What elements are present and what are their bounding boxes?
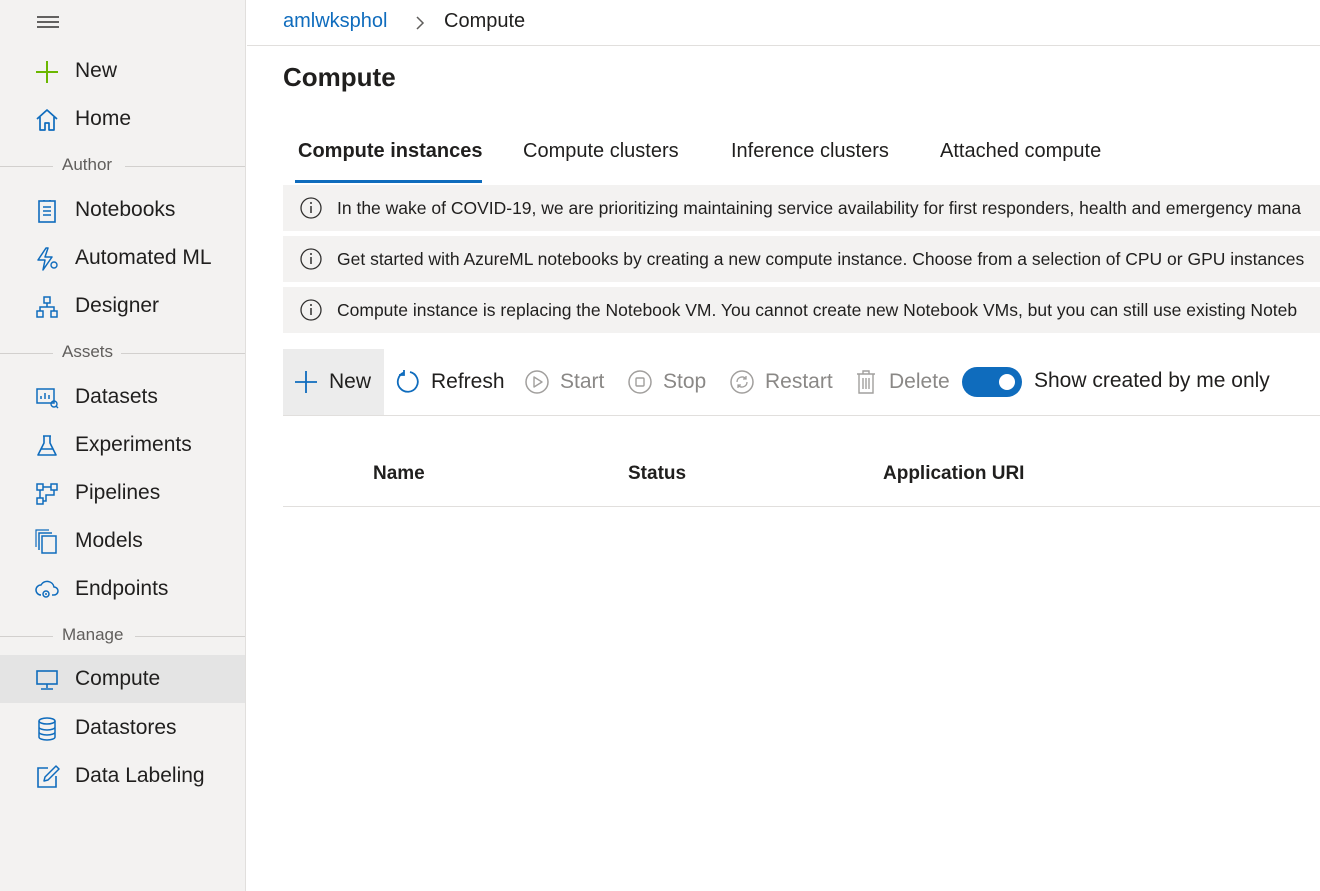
sidebar-item-label: Endpoints [75,577,169,600]
sidebar-item-label: Experiments [75,433,192,456]
banner-text: In the wake of COVID-19, we are prioriti… [337,198,1301,218]
sidebar-item-label: Compute [75,667,161,690]
designer-icon [34,294,60,320]
sidebar-item-notebooks[interactable]: Notebooks [0,186,245,234]
sidebar-item-label: Pipelines [75,481,161,504]
toggle-knob [999,374,1015,390]
play-circle-icon [524,369,550,395]
sidebar-item-label: Data Labeling [75,764,205,787]
active-tab-indicator [295,180,482,183]
edit-icon [34,764,60,790]
automated-ml-icon [34,246,60,272]
tab-compute-clusters[interactable]: Compute clusters [523,140,679,163]
plus-icon [34,59,60,85]
info-icon [300,197,322,219]
sidebar-item-data-labeling[interactable]: Data Labeling [0,752,245,800]
show-mine-toggle[interactable] [962,367,1022,397]
flask-icon [34,433,60,459]
tab-inference-clusters[interactable]: Inference clusters [731,140,889,163]
info-icon [300,299,322,321]
hamburger-menu-icon[interactable] [36,12,62,32]
models-icon [34,529,60,555]
sidebar-item-automated-ml[interactable]: Automated ML [0,234,245,282]
start-button[interactable]: Start [524,349,604,415]
sidebar-item-datasets[interactable]: Datasets [0,373,245,421]
page-title: Compute [283,62,396,92]
banner-text: Compute instance is replacing the Notebo… [337,300,1298,320]
stop-circle-icon [627,369,653,395]
show-mine-toggle-label: Show created by me only [1034,369,1270,392]
restart-button[interactable]: Restart [729,349,833,415]
breadcrumb-current: Compute [444,10,526,32]
endpoint-icon [34,577,60,603]
notebook-icon [34,198,60,224]
table-header: Name Status Application URI [283,447,1320,507]
refresh-button[interactable]: Refresh [395,349,505,415]
plus-icon [293,369,319,395]
home-icon [34,107,60,133]
info-icon [300,248,322,270]
pipeline-icon [34,481,60,507]
sidebar-item-models[interactable]: Models [0,517,245,565]
sidebar-item-label: Datastores [75,716,177,739]
info-banner-notebook-vm: Compute instance is replacing the Notebo… [283,287,1320,333]
sidebar-item-new[interactable]: New [0,47,245,95]
monitor-icon [34,667,60,693]
breadcrumb-workspace-link[interactable]: amlwksphol [283,10,387,33]
sidebar-item-label: Home [75,107,132,130]
column-header-application-uri[interactable]: Application URI [883,463,1024,485]
tab-compute-instances[interactable]: Compute instances [298,140,482,163]
command-bar: New Refresh Start Stop Restart Delete Sh… [283,349,1320,416]
column-header-name[interactable]: Name [373,463,425,485]
restart-icon [729,369,755,395]
sidebar-item-designer[interactable]: Designer [0,282,245,330]
info-banner-covid: In the wake of COVID-19, we are prioriti… [283,185,1320,231]
section-header-author: Author [0,154,245,178]
sidebar: New Home Author Notebooks Automated ML D… [0,0,246,891]
sidebar-item-label: Models [75,529,143,552]
delete-button[interactable]: Delete [853,349,950,415]
sidebar-item-label: Notebooks [75,198,176,221]
sidebar-item-experiments[interactable]: Experiments [0,421,245,469]
column-header-status[interactable]: Status [628,463,686,485]
refresh-icon [395,369,421,395]
sidebar-item-pipelines[interactable]: Pipelines [0,469,245,517]
database-icon [34,716,60,742]
trash-icon [853,369,879,395]
tab-attached-compute[interactable]: Attached compute [940,140,1101,163]
datasets-icon [34,385,60,411]
sidebar-item-label: New [75,59,118,82]
new-button[interactable]: New [283,349,384,415]
breadcrumb: amlwksphol Compute [247,0,1320,46]
sidebar-item-label: Datasets [75,385,158,408]
section-header-assets: Assets [0,341,245,365]
section-header-manage: Manage [0,624,245,648]
banner-text: Get started with AzureML notebooks by cr… [337,249,1305,269]
sidebar-item-endpoints[interactable]: Endpoints [0,565,245,613]
info-banner-get-started: Get started with AzureML notebooks by cr… [283,236,1320,282]
sidebar-item-label: Designer [75,294,160,317]
sidebar-item-home[interactable]: Home [0,95,245,143]
sidebar-item-compute[interactable]: Compute [0,655,245,703]
sidebar-item-datastores[interactable]: Datastores [0,704,245,752]
stop-button[interactable]: Stop [627,349,706,415]
sidebar-item-label: Automated ML [75,246,212,269]
chevron-right-icon [413,14,427,32]
